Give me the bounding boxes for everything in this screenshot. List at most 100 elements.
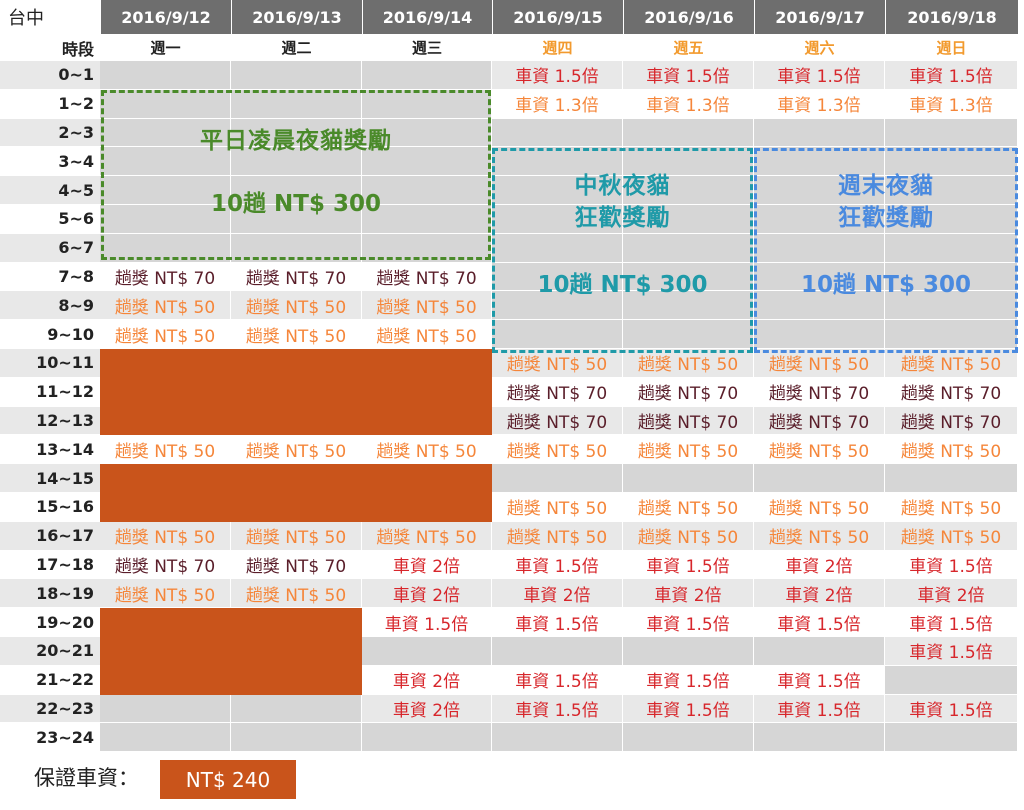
date-header: 2016/9/16: [624, 0, 754, 34]
promo-weekend-night: 週末夜貓 狂歡獎勵 10趟 NT$ 300: [754, 148, 1018, 353]
rate-cell: 車資 1.3倍: [885, 89, 1017, 118]
empty-cell: [492, 464, 622, 492]
rate-cell: 趟獎 NT$ 50: [623, 521, 753, 550]
rate-cell: 車資 1.5倍: [492, 694, 622, 723]
rate-cell: 趟獎 NT$ 50: [623, 349, 753, 377]
rate-cell: 趟獎 NT$ 70: [885, 377, 1017, 406]
date-header: 2016/9/12: [101, 0, 231, 34]
guaranteed-fare-cell: [231, 493, 362, 522]
guarantee-fare-label: 保證車資：: [34, 766, 139, 790]
time-slot-label: 14~15: [0, 464, 100, 492]
rate-cell: 車資 1.5倍: [623, 608, 753, 636]
rate-cell: 趟獎 NT$ 50: [231, 435, 361, 464]
rate-cell: 車資 1.5倍: [754, 665, 884, 694]
time-slot-label: 17~18: [0, 550, 100, 579]
rate-cell: 趟獎 NT$ 50: [885, 435, 1017, 464]
empty-cell: [623, 723, 753, 752]
time-slot-label: 23~24: [0, 723, 100, 752]
city-label: 台中: [0, 0, 100, 34]
rate-cell: 趟獎 NT$ 50: [100, 291, 230, 320]
rate-cell: 趟獎 NT$ 50: [231, 521, 361, 550]
guaranteed-fare-cell: [362, 349, 492, 378]
rate-cell: 車資 1.5倍: [492, 550, 622, 579]
rate-cell: 趟獎 NT$ 70: [231, 262, 361, 291]
rate-cell: 趟獎 NT$ 70: [754, 377, 884, 406]
rate-cell: 車資 1.5倍: [492, 61, 622, 89]
guaranteed-fare-cell: [231, 637, 362, 666]
rate-cell: 趟獎 NT$ 50: [754, 435, 884, 464]
rate-cell: 車資 1.3倍: [754, 89, 884, 118]
weekday-header: 週日: [885, 34, 1018, 61]
rate-cell: 趟獎 NT$ 50: [754, 493, 884, 521]
promo-weekend-night-amount: 10趟 NT$ 300: [801, 271, 971, 298]
rate-cell: 車資 1.5倍: [885, 61, 1017, 89]
weekday-header: 週一: [100, 34, 231, 61]
rate-cell: 趟獎 NT$ 50: [492, 349, 622, 377]
time-slot-label: 11~12: [0, 377, 100, 406]
empty-cell: [362, 723, 491, 752]
date-header: 2016/9/15: [493, 0, 623, 34]
promo-weekend-night-title-line2: 狂歡獎勵: [838, 204, 934, 231]
guaranteed-fare-cell: [362, 406, 492, 436]
guaranteed-fare-cell: [100, 349, 231, 378]
empty-cell: [231, 694, 361, 723]
rate-cell: 車資 2倍: [362, 579, 491, 608]
promo-mid-autumn: 中秋夜貓 狂歡獎勵 10趟 NT$ 300: [492, 148, 753, 353]
rate-cell: 趟獎 NT$ 50: [492, 521, 622, 550]
weekday-header: 週四: [492, 34, 623, 61]
promo-mid-autumn-title-line1: 中秋夜貓: [574, 172, 671, 199]
time-slot-label: 7~8: [0, 262, 100, 291]
guaranteed-fare-cell: [231, 349, 362, 378]
empty-cell: [885, 118, 1017, 147]
empty-cell: [362, 637, 491, 665]
time-slot-label: 9~10: [0, 320, 100, 348]
rate-cell: 趟獎 NT$ 50: [754, 349, 884, 377]
rate-cell: 趟獎 NT$ 50: [100, 320, 230, 348]
guaranteed-fare-cell: [231, 406, 362, 436]
guaranteed-fare-cell: [362, 464, 492, 493]
rate-cell: 車資 1.3倍: [492, 89, 622, 118]
guaranteed-fare-cell: [100, 637, 231, 666]
guaranteed-fare-cell: [231, 464, 362, 493]
rate-cell: 車資 2倍: [362, 550, 491, 579]
empty-cell: [623, 637, 753, 665]
time-slot-label: 21~22: [0, 665, 100, 694]
rate-cell: 車資 1.5倍: [885, 608, 1017, 636]
empty-cell: [754, 118, 884, 147]
rate-cell: 車資 1.5倍: [885, 694, 1017, 723]
rate-cell: 趟獎 NT$ 50: [885, 521, 1017, 550]
promo-weekday-night-title: 平日凌晨夜貓獎勵: [200, 128, 392, 154]
rate-cell: 趟獎 NT$ 70: [492, 377, 622, 406]
rate-cell: 車資 2倍: [885, 579, 1017, 608]
empty-cell: [885, 464, 1017, 492]
weekday-header: 週三: [362, 34, 492, 61]
rate-cell: 趟獎 NT$ 70: [754, 406, 884, 435]
rate-cell: 趟獎 NT$ 70: [623, 377, 753, 406]
time-slot-label: 5~6: [0, 205, 100, 233]
time-slot-label: 18~19: [0, 579, 100, 608]
rate-cell: 車資 1.3倍: [623, 89, 753, 118]
rate-cell: 車資 1.5倍: [885, 637, 1017, 665]
rate-cell: 車資 1.5倍: [754, 61, 884, 89]
empty-cell: [362, 61, 491, 89]
rate-cell: 趟獎 NT$ 70: [623, 406, 753, 435]
promo-weekday-night: 平日凌晨夜貓獎勵 10趟 NT$ 300: [101, 90, 491, 260]
time-slot-label: 13~14: [0, 435, 100, 464]
empty-cell: [231, 723, 361, 752]
time-slot-label: 10~11: [0, 349, 100, 377]
rate-cell: 趟獎 NT$ 50: [362, 435, 491, 464]
empty-cell: [623, 464, 753, 492]
rate-cell: 車資 1.5倍: [754, 694, 884, 723]
rate-cell: 趟獎 NT$ 50: [231, 320, 361, 348]
empty-cell: [885, 665, 1017, 694]
guaranteed-fare-cell: [231, 608, 362, 637]
time-slot-label: 0~1: [0, 61, 100, 89]
empty-cell: [100, 61, 230, 89]
date-header: 2016/9/17: [755, 0, 885, 34]
promo-mid-autumn-title-line2: 狂歡獎勵: [574, 204, 671, 231]
rate-cell: 趟獎 NT$ 50: [492, 435, 622, 464]
rate-cell: 車資 1.5倍: [623, 61, 753, 89]
empty-cell: [492, 723, 622, 752]
rate-cell: 車資 1.5倍: [492, 665, 622, 694]
time-slot-label: 2~3: [0, 118, 100, 147]
